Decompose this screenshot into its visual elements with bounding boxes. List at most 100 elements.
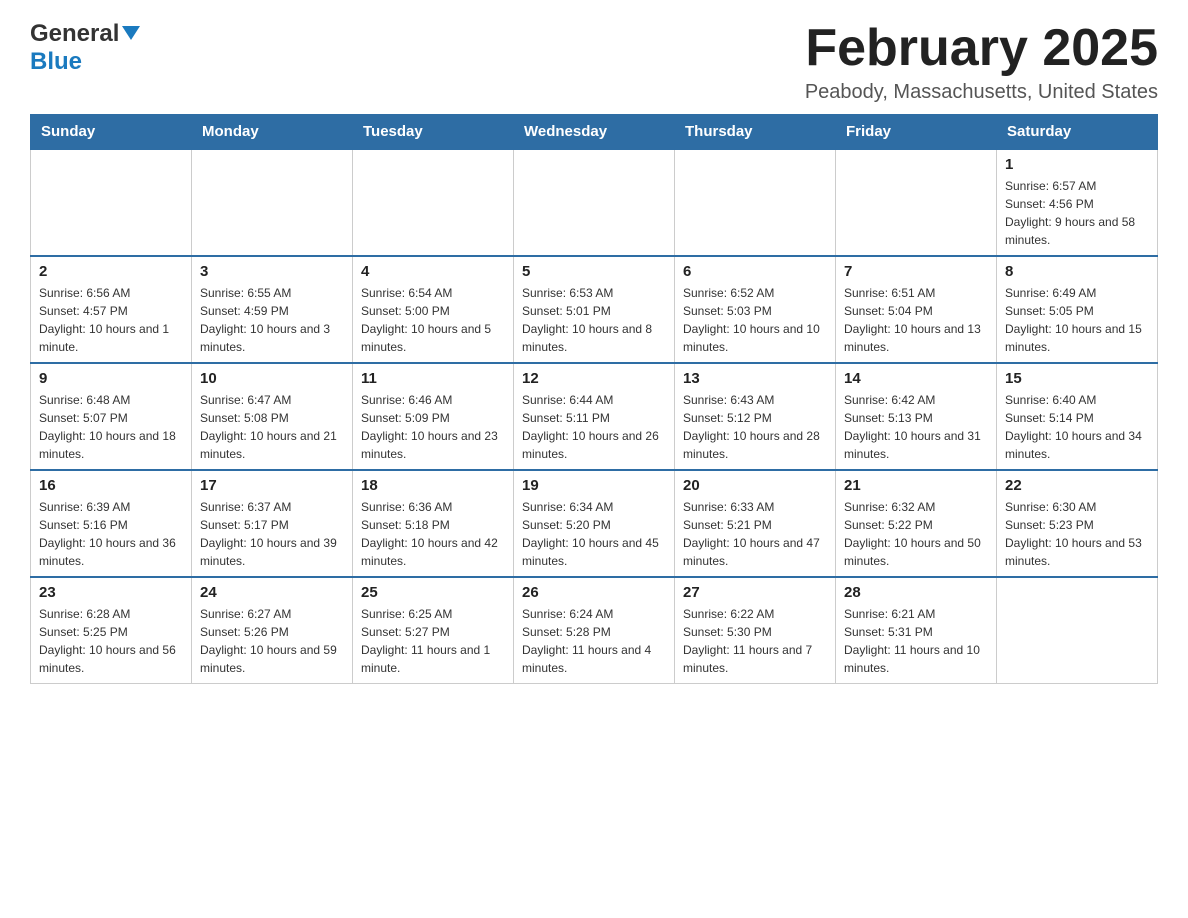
day-number: 3 bbox=[200, 263, 344, 280]
weekday-header-wednesday: Wednesday bbox=[514, 115, 675, 150]
calendar-cell: 5 Sunrise: 6:53 AMSunset: 5:01 PMDaylight… bbox=[514, 256, 675, 363]
logo-general-text: General bbox=[30, 20, 119, 48]
day-number: 26 bbox=[522, 584, 666, 601]
calendar-cell: 15 Sunrise: 6:40 AMSunset: 5:14 PMDayligh… bbox=[997, 363, 1158, 470]
day-number: 8 bbox=[1005, 263, 1149, 280]
day-number: 15 bbox=[1005, 370, 1149, 387]
day-number: 24 bbox=[200, 584, 344, 601]
day-info: Sunrise: 6:52 AMSunset: 5:03 PMDaylight:… bbox=[683, 284, 827, 356]
day-number: 28 bbox=[844, 584, 988, 601]
weekday-header-saturday: Saturday bbox=[997, 115, 1158, 150]
weekday-header-thursday: Thursday bbox=[675, 115, 836, 150]
calendar-week-row: 16 Sunrise: 6:39 AMSunset: 5:16 PMDayligh… bbox=[31, 470, 1158, 577]
day-info: Sunrise: 6:39 AMSunset: 5:16 PMDaylight:… bbox=[39, 498, 183, 570]
month-title: February 2025 bbox=[805, 20, 1158, 77]
calendar-week-row: 2 Sunrise: 6:56 AMSunset: 4:57 PMDaylight… bbox=[31, 256, 1158, 363]
calendar-cell: 8 Sunrise: 6:49 AMSunset: 5:05 PMDaylight… bbox=[997, 256, 1158, 363]
day-info: Sunrise: 6:43 AMSunset: 5:12 PMDaylight:… bbox=[683, 391, 827, 463]
calendar-week-row: 1 Sunrise: 6:57 AMSunset: 4:56 PMDaylight… bbox=[31, 149, 1158, 256]
day-number: 21 bbox=[844, 477, 988, 494]
day-info: Sunrise: 6:24 AMSunset: 5:28 PMDaylight:… bbox=[522, 605, 666, 677]
logo: General Blue bbox=[30, 20, 140, 76]
calendar-cell bbox=[192, 149, 353, 256]
calendar-cell: 2 Sunrise: 6:56 AMSunset: 4:57 PMDaylight… bbox=[31, 256, 192, 363]
day-number: 27 bbox=[683, 584, 827, 601]
calendar-cell: 16 Sunrise: 6:39 AMSunset: 5:16 PMDayligh… bbox=[31, 470, 192, 577]
day-info: Sunrise: 6:48 AMSunset: 5:07 PMDaylight:… bbox=[39, 391, 183, 463]
day-info: Sunrise: 6:40 AMSunset: 5:14 PMDaylight:… bbox=[1005, 391, 1149, 463]
day-number: 22 bbox=[1005, 477, 1149, 494]
calendar-cell bbox=[675, 149, 836, 256]
calendar-cell bbox=[997, 577, 1158, 684]
day-info: Sunrise: 6:49 AMSunset: 5:05 PMDaylight:… bbox=[1005, 284, 1149, 356]
calendar-cell: 20 Sunrise: 6:33 AMSunset: 5:21 PMDayligh… bbox=[675, 470, 836, 577]
logo-triangle-icon bbox=[122, 26, 140, 45]
day-number: 1 bbox=[1005, 156, 1149, 173]
calendar-cell: 25 Sunrise: 6:25 AMSunset: 5:27 PMDayligh… bbox=[353, 577, 514, 684]
day-info: Sunrise: 6:46 AMSunset: 5:09 PMDaylight:… bbox=[361, 391, 505, 463]
calendar-cell: 11 Sunrise: 6:46 AMSunset: 5:09 PMDayligh… bbox=[353, 363, 514, 470]
day-number: 25 bbox=[361, 584, 505, 601]
day-number: 7 bbox=[844, 263, 988, 280]
day-info: Sunrise: 6:30 AMSunset: 5:23 PMDaylight:… bbox=[1005, 498, 1149, 570]
day-number: 10 bbox=[200, 370, 344, 387]
calendar-cell: 3Sunrise: 6:55 AMSunset: 4:59 PMDaylight… bbox=[192, 256, 353, 363]
calendar-table: SundayMondayTuesdayWednesdayThursdayFrid… bbox=[30, 114, 1158, 684]
page-header: General Blue February 2025 Peabody, Mass… bbox=[30, 20, 1158, 104]
calendar-cell: 1 Sunrise: 6:57 AMSunset: 4:56 PMDaylight… bbox=[997, 149, 1158, 256]
day-number: 16 bbox=[39, 477, 183, 494]
day-info: Sunrise: 6:21 AMSunset: 5:31 PMDaylight:… bbox=[844, 605, 988, 677]
calendar-week-row: 9 Sunrise: 6:48 AMSunset: 5:07 PMDaylight… bbox=[31, 363, 1158, 470]
day-number: 11 bbox=[361, 370, 505, 387]
weekday-header-monday: Monday bbox=[192, 115, 353, 150]
day-info: Sunrise: 6:25 AMSunset: 5:27 PMDaylight:… bbox=[361, 605, 505, 677]
day-number: 2 bbox=[39, 263, 183, 280]
calendar-cell: 6 Sunrise: 6:52 AMSunset: 5:03 PMDaylight… bbox=[675, 256, 836, 363]
day-info: Sunrise: 6:33 AMSunset: 5:21 PMDaylight:… bbox=[683, 498, 827, 570]
calendar-cell bbox=[353, 149, 514, 256]
calendar-cell: 14Sunrise: 6:42 AMSunset: 5:13 PMDayligh… bbox=[836, 363, 997, 470]
title-area: February 2025 Peabody, Massachusetts, Un… bbox=[805, 20, 1158, 104]
calendar-cell: 24 Sunrise: 6:27 AMSunset: 5:26 PMDayligh… bbox=[192, 577, 353, 684]
day-number: 23 bbox=[39, 584, 183, 601]
weekday-header-sunday: Sunday bbox=[31, 115, 192, 150]
calendar-cell: 27 Sunrise: 6:22 AMSunset: 5:30 PMDayligh… bbox=[675, 577, 836, 684]
day-info: Sunrise: 6:53 AMSunset: 5:01 PMDaylight:… bbox=[522, 284, 666, 356]
day-info: Sunrise: 6:28 AMSunset: 5:25 PMDaylight:… bbox=[39, 605, 183, 677]
day-info: Sunrise: 6:27 AMSunset: 5:26 PMDaylight:… bbox=[200, 605, 344, 677]
day-number: 13 bbox=[683, 370, 827, 387]
day-info: Sunrise: 6:47 AMSunset: 5:08 PMDaylight:… bbox=[200, 391, 344, 463]
calendar-cell: 9 Sunrise: 6:48 AMSunset: 5:07 PMDaylight… bbox=[31, 363, 192, 470]
calendar-cell: 19 Sunrise: 6:34 AMSunset: 5:20 PMDayligh… bbox=[514, 470, 675, 577]
calendar-cell: 17 Sunrise: 6:37 AMSunset: 5:17 PMDayligh… bbox=[192, 470, 353, 577]
location-text: Peabody, Massachusetts, United States bbox=[805, 81, 1158, 104]
day-number: 17 bbox=[200, 477, 344, 494]
day-number: 19 bbox=[522, 477, 666, 494]
day-number: 6 bbox=[683, 263, 827, 280]
calendar-cell: 28 Sunrise: 6:21 AMSunset: 5:31 PMDayligh… bbox=[836, 577, 997, 684]
day-info: Sunrise: 6:57 AMSunset: 4:56 PMDaylight:… bbox=[1005, 177, 1149, 249]
calendar-cell: 13 Sunrise: 6:43 AMSunset: 5:12 PMDayligh… bbox=[675, 363, 836, 470]
day-info: Sunrise: 6:34 AMSunset: 5:20 PMDaylight:… bbox=[522, 498, 666, 570]
calendar-cell: 21 Sunrise: 6:32 AMSunset: 5:22 PMDayligh… bbox=[836, 470, 997, 577]
day-number: 4 bbox=[361, 263, 505, 280]
day-info: Sunrise: 6:22 AMSunset: 5:30 PMDaylight:… bbox=[683, 605, 827, 677]
calendar-cell: 22 Sunrise: 6:30 AMSunset: 5:23 PMDayligh… bbox=[997, 470, 1158, 577]
weekday-header-tuesday: Tuesday bbox=[353, 115, 514, 150]
day-number: 14 bbox=[844, 370, 988, 387]
day-number: 9 bbox=[39, 370, 183, 387]
calendar-cell: 23 Sunrise: 6:28 AMSunset: 5:25 PMDayligh… bbox=[31, 577, 192, 684]
calendar-cell bbox=[31, 149, 192, 256]
day-info: Sunrise: 6:32 AMSunset: 5:22 PMDaylight:… bbox=[844, 498, 988, 570]
day-number: 20 bbox=[683, 477, 827, 494]
calendar-cell: 18Sunrise: 6:36 AMSunset: 5:18 PMDayligh… bbox=[353, 470, 514, 577]
day-info: Sunrise: 6:44 AMSunset: 5:11 PMDaylight:… bbox=[522, 391, 666, 463]
logo-blue-text: Blue bbox=[30, 48, 82, 75]
day-info: Sunrise: 6:37 AMSunset: 5:17 PMDaylight:… bbox=[200, 498, 344, 570]
day-info: Sunrise: 6:54 AMSunset: 5:00 PMDaylight:… bbox=[361, 284, 505, 356]
day-number: 12 bbox=[522, 370, 666, 387]
day-info: Sunrise: 6:56 AMSunset: 4:57 PMDaylight:… bbox=[39, 284, 183, 356]
day-number: 5 bbox=[522, 263, 666, 280]
calendar-cell bbox=[514, 149, 675, 256]
calendar-cell: 26 Sunrise: 6:24 AMSunset: 5:28 PMDayligh… bbox=[514, 577, 675, 684]
